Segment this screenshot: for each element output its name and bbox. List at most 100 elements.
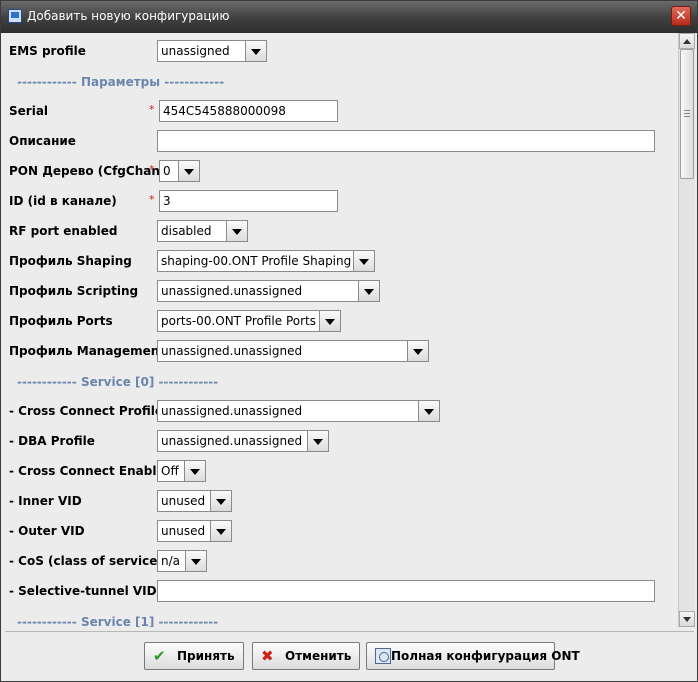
row-shaping: Профиль Shaping shaping-00.ONT Profile S… [5, 250, 678, 272]
scripting-select[interactable]: unassigned.unassigned [157, 280, 380, 302]
row-management: Профиль Management unassigned.unassigned [5, 340, 678, 362]
description-label: Описание [9, 134, 76, 148]
chevron-down-icon[interactable] [307, 431, 328, 451]
check-icon: ✔ [153, 647, 166, 665]
button-bar: ✔ Принять ✖ Отменить Полная конфигурация… [5, 631, 694, 680]
dba-profile-label: - DBA Profile [9, 434, 95, 448]
vertical-scrollbar[interactable] [678, 33, 695, 627]
chevron-down-icon[interactable] [245, 41, 266, 61]
row-ports: Профиль Ports ports-00.ONT Profile Ports… [5, 310, 678, 332]
cancel-icon: ✖ [261, 647, 274, 665]
full-config-button[interactable]: Полная конфигурация ONT [366, 642, 580, 670]
cross-connect-profile-value: unassigned.unassigned [161, 404, 303, 418]
section-parameters: ------------ Параметры ------------ [17, 75, 225, 89]
close-button[interactable]: ✕ [671, 6, 691, 26]
shaping-label: Профиль Shaping [9, 254, 132, 268]
ports-value: ports-00.ONT Profile Ports 0 [161, 314, 328, 328]
description-field[interactable] [157, 130, 655, 152]
cos-select[interactable]: n/a [157, 550, 207, 572]
chevron-down-icon[interactable] [407, 341, 428, 361]
row-scripting: Профиль Scripting unassigned.unassigned [5, 280, 678, 302]
inner-vid-value: unused [161, 494, 206, 508]
close-icon: ✕ [675, 8, 687, 24]
chevron-down-icon[interactable] [178, 161, 199, 181]
chevron-down-icon[interactable] [226, 221, 247, 241]
cancel-button[interactable]: ✖ Отменить [252, 642, 360, 670]
dba-profile-value: unassigned.unassigned [161, 434, 303, 448]
cross-connect-enabled-select[interactable]: Off [157, 460, 206, 482]
cross-connect-enabled-value: Off [161, 464, 179, 478]
row-selective-tunnel: - Selective-tunnel VIDs [5, 580, 678, 602]
serial-input[interactable] [160, 101, 337, 121]
chevron-down-icon[interactable] [184, 461, 205, 481]
scripting-label: Профиль Scripting [9, 284, 139, 298]
chevron-down-icon[interactable] [418, 401, 439, 421]
required-marker: * [149, 193, 155, 206]
ems-profile-select[interactable]: unassigned [157, 40, 267, 62]
outer-vid-label: - Outer VID [9, 524, 85, 538]
rf-port-value: disabled [161, 224, 212, 238]
full-config-label: Полная конфигурация ONT [391, 649, 580, 663]
id-input[interactable] [160, 191, 337, 211]
cos-label: - CoS (class of service) [9, 554, 163, 568]
dialog-window: Добавить новую конфигурацию ✕ EMS profil… [0, 0, 698, 682]
pon-tree-label: PON Дерево (CfgChan) [9, 164, 166, 178]
scrollbar-thumb[interactable] [680, 49, 694, 179]
id-label: ID (id в канале) [9, 194, 117, 208]
cos-value: n/a [161, 554, 181, 568]
cross-connect-profile-select[interactable]: unassigned.unassigned [157, 400, 440, 422]
scroll-up-icon[interactable] [679, 33, 695, 49]
serial-field[interactable] [159, 100, 338, 122]
required-marker: * [149, 103, 155, 116]
chevron-down-icon[interactable] [210, 491, 231, 511]
cancel-label: Отменить [285, 649, 352, 663]
chevron-down-icon[interactable] [358, 281, 379, 301]
ports-select[interactable]: ports-00.ONT Profile Ports 0 [157, 310, 341, 332]
rf-port-select[interactable]: disabled [157, 220, 248, 242]
chevron-down-icon[interactable] [353, 251, 374, 271]
management-value: unassigned.unassigned [161, 344, 303, 358]
scroll-down-icon[interactable] [679, 611, 695, 627]
row-dba-profile: - DBA Profile unassigned.unassigned [5, 430, 678, 452]
shaping-select[interactable]: shaping-00.ONT Profile Shaping 0 [157, 250, 375, 272]
row-cross-connect-profile: - Cross Connect Profile unassigned.unass… [5, 400, 678, 422]
grip-icon [684, 110, 690, 111]
ems-profile-label: EMS profile [9, 44, 86, 58]
ems-profile-value: unassigned [161, 44, 230, 58]
row-serial: Serial * [5, 100, 678, 122]
chevron-down-icon[interactable] [185, 551, 206, 571]
row-cross-connect-enabled: - Cross Connect Enabled Off [5, 460, 678, 482]
cross-connect-profile-label: - Cross Connect Profile [9, 404, 163, 418]
cross-connect-enabled-label: - Cross Connect Enabled [9, 464, 174, 478]
outer-vid-select[interactable]: unused [157, 520, 232, 542]
accept-button[interactable]: ✔ Принять [144, 642, 244, 670]
ports-label: Профиль Ports [9, 314, 113, 328]
shaping-value: shaping-00.ONT Profile Shaping 0 [161, 254, 363, 268]
row-outer-vid: - Outer VID unused [5, 520, 678, 542]
section-service-0: ------------ Service [0] ------------ [17, 375, 219, 389]
row-id: ID (id в канале) * [5, 190, 678, 212]
title-bar[interactable]: Добавить новую конфигурацию ✕ [1, 1, 697, 33]
row-inner-vid: - Inner VID unused [5, 490, 678, 512]
inner-vid-select[interactable]: unused [157, 490, 232, 512]
chevron-down-icon[interactable] [319, 311, 340, 331]
row-rf-port: RF port enabled disabled [5, 220, 678, 242]
chevron-down-icon[interactable] [210, 521, 231, 541]
selective-tunnel-label: - Selective-tunnel VIDs [9, 584, 164, 598]
management-label: Профиль Management [9, 344, 166, 358]
description-input[interactable] [158, 131, 654, 151]
window-title: Добавить новую конфигурацию [27, 9, 230, 23]
pon-tree-select[interactable]: 0 [159, 160, 200, 182]
row-description: Описание [5, 130, 678, 152]
section-service-1: ------------ Service [1] ------------ [17, 615, 219, 627]
inner-vid-label: - Inner VID [9, 494, 82, 508]
management-select[interactable]: unassigned.unassigned [157, 340, 429, 362]
row-pon-tree: PON Дерево (CfgChan) * 0 [5, 160, 678, 182]
row-cos: - CoS (class of service) n/a [5, 550, 678, 572]
id-field[interactable] [159, 190, 338, 212]
dba-profile-select[interactable]: unassigned.unassigned [157, 430, 329, 452]
selective-tunnel-input[interactable] [158, 581, 654, 601]
rf-port-label: RF port enabled [9, 224, 118, 238]
selective-tunnel-field[interactable] [157, 580, 655, 602]
app-icon [8, 9, 22, 23]
